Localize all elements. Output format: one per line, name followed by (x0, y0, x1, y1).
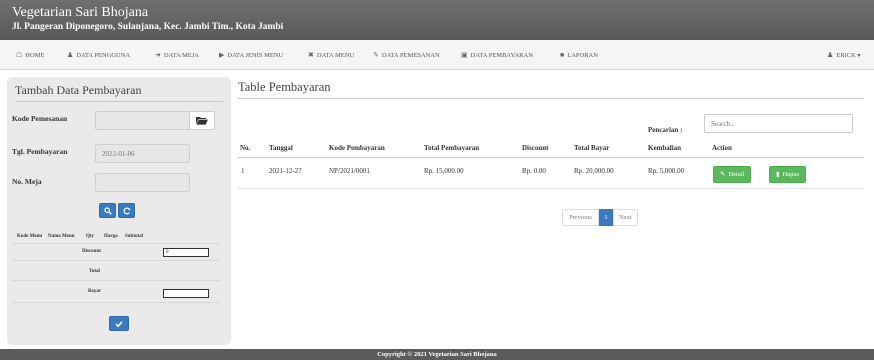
mini-table-divider (12, 260, 220, 261)
caret-down-icon: ▾ (857, 53, 861, 59)
browse-order-button[interactable] (189, 111, 215, 130)
nav-laporan[interactable]: ■ LAPORAN (560, 40, 598, 70)
cell-tanggal: 2021-12-27 (269, 167, 302, 175)
user-icon: ♟ (67, 51, 74, 59)
mini-header-nama-menu: Nama Menu (48, 234, 75, 239)
footer-copyright: Copyright © 2021 Vegetarian Sari Bhojana (0, 349, 874, 360)
mini-table-divider (12, 243, 220, 244)
refresh-button[interactable] (118, 203, 135, 218)
app-title: Vegetarian Sari Bhojana (12, 5, 149, 20)
search-label: Pencarian : (648, 126, 683, 134)
nav-data-pengguna[interactable]: ♟ DATA PENGGUNA (67, 40, 130, 70)
col-no: No. (240, 144, 251, 152)
pencil-icon: ✎ (373, 51, 379, 59)
user-name: ERICK (836, 52, 856, 59)
nav-data-meja[interactable]: ➜ DATA MEJA (155, 40, 199, 70)
col-total-pembayaran: Total Pembayaran (424, 144, 480, 152)
col-discount: Discount (522, 144, 549, 152)
home-icon: ☖ (16, 51, 23, 59)
mini-header-qty: Qty (86, 234, 95, 239)
cell-bayar: Rp. 20,000.00 (574, 167, 614, 175)
pagination-next[interactable]: Next (613, 209, 638, 226)
search-icon (103, 207, 112, 215)
top-navbar: ☖ HOME ♟ DATA PENGGUNA ➜ DATA MEJA ▶ DATA JE… (0, 40, 874, 70)
mini-header-subtotal: Subtotal (125, 234, 144, 239)
cell-discount: Rp. 0.00 (522, 167, 546, 175)
cell-no: 1 (241, 167, 245, 175)
money-icon: ▣ (461, 51, 468, 59)
tgl-pembayaran-input[interactable] (95, 144, 190, 163)
no-meja-label: No. Meja (12, 177, 42, 186)
nav-data-jenis-menu[interactable]: ▶ DATA JENIS MENU (219, 40, 283, 70)
nav-home[interactable]: ☖ HOME (16, 40, 44, 70)
detail-button[interactable]: ✎ Detail (713, 166, 752, 183)
mini-header-harga: Harga (104, 234, 118, 239)
no-meja-input[interactable] (95, 173, 190, 192)
hapus-button[interactable]: ▮ Hapus (769, 166, 807, 183)
col-total-bayar: Total Bayar (574, 144, 610, 152)
bayar-input[interactable] (163, 289, 209, 298)
app-header: Vegetarian Sari Bhojana Jl. Pangeran Dip… (0, 0, 874, 40)
table-icon: ➜ (155, 51, 161, 59)
search-button[interactable] (99, 203, 116, 218)
tag-icon: ▶ (219, 51, 225, 59)
title-divider (238, 98, 864, 99)
cutlery-icon: ✖ (308, 51, 314, 59)
pagination-page-1[interactable]: 1 (599, 209, 613, 226)
cell-kembalian: Rp. 5,000.00 (648, 167, 685, 175)
nav-data-pemesanan[interactable]: ✎ DATA PEMESANAN (373, 40, 440, 70)
kode-pemesanan-label: Kode Pemesanan (12, 114, 68, 123)
discount-input[interactable]: 0 (163, 248, 209, 257)
table-header-divider (238, 157, 864, 158)
bayar-label: Bayar (88, 289, 102, 294)
nav-data-menu[interactable]: ✖ DATA MENU (308, 40, 354, 70)
search-input[interactable] (704, 114, 853, 133)
discount-label: Discount (82, 249, 101, 254)
refresh-icon (123, 207, 130, 215)
user-menu[interactable]: ♟ ERICK ▾ (827, 40, 860, 70)
user-icon: ♟ (827, 51, 834, 59)
cell-kode: NP/2021/0001 (329, 167, 370, 175)
check-icon (115, 321, 123, 328)
mini-table-divider (12, 280, 220, 281)
table-title: Table Pembayaran (238, 80, 331, 94)
col-kode-pembayaran: Kode Pembayaran (329, 144, 385, 152)
report-icon: ■ (560, 51, 565, 59)
kode-pemesanan-input[interactable] (95, 111, 190, 130)
table-row-divider (238, 188, 864, 189)
form-title: Tambah Data Pembayaran (15, 82, 223, 102)
folder-open-icon (196, 117, 208, 125)
cell-total: Rp. 15,000.00 (424, 167, 464, 175)
mini-table-divider (12, 302, 220, 303)
app-address: Jl. Pangeran Diponegoro, Sulanjana, Kec.… (12, 22, 284, 32)
submit-payment-button[interactable] (109, 316, 129, 331)
col-kembalian: Kembalian (648, 144, 682, 152)
col-tanggal: Tanggal (269, 144, 293, 152)
pagination-previous[interactable]: Previous (562, 209, 599, 226)
col-action: Action (712, 144, 732, 152)
nav-data-pembayaran[interactable]: ▣ DATA PEMBAYARAN (461, 40, 533, 70)
mini-header-kode-menu: Kode Menu (17, 234, 43, 239)
edit-icon: ✎ (720, 171, 726, 178)
total-label: Total (89, 269, 100, 274)
tgl-pembayaran-label: Tgl. Pembayaran (12, 147, 68, 156)
trash-icon: ▮ (776, 171, 780, 178)
